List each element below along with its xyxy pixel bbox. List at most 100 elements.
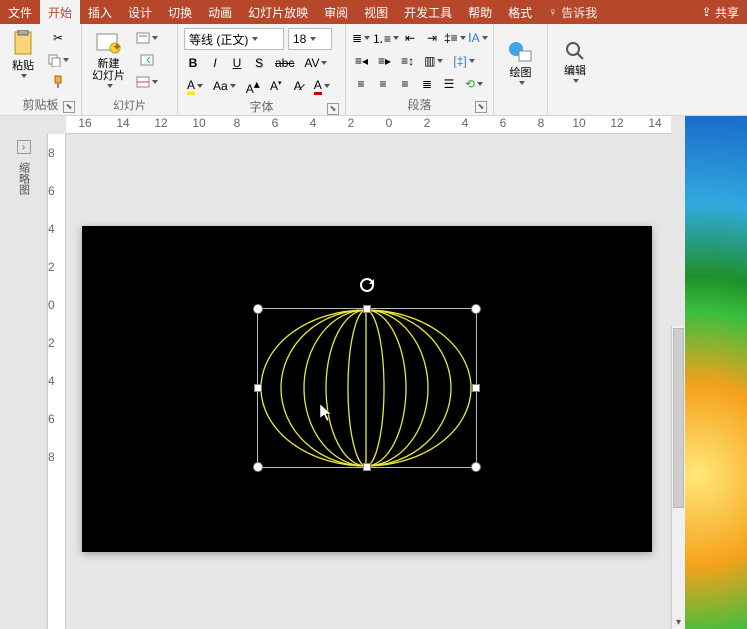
decrease-list-button[interactable]: ≡◂ [352, 51, 371, 71]
slide[interactable] [82, 226, 652, 552]
layout-button[interactable] [133, 28, 161, 48]
tab-view[interactable]: 视图 [356, 0, 396, 24]
decrease-font-button[interactable]: A▾ [267, 76, 285, 96]
sort-button[interactable]: ≡↕ [398, 51, 417, 71]
font-size-combo[interactable]: 18 [288, 28, 332, 50]
tab-animations[interactable]: 动画 [200, 0, 240, 24]
highlight-button[interactable]: A [184, 76, 206, 96]
find-icon [563, 39, 587, 63]
indent-right-button[interactable]: ⇥ [423, 28, 441, 48]
underline-button[interactable]: U [228, 53, 246, 73]
align-justify-button[interactable]: ≣ [418, 74, 436, 94]
tab-help[interactable]: 帮助 [460, 0, 500, 24]
outline-pane[interactable]: › 缩略图 [0, 134, 48, 629]
resize-handle-sw[interactable] [253, 462, 263, 472]
shadow-button[interactable]: S [250, 53, 268, 73]
group-label-editing [554, 111, 596, 115]
new-slide-button[interactable]: ✦ 新建 幻灯片 [88, 28, 129, 90]
tab-format[interactable]: 格式 [500, 0, 540, 24]
distribute-button[interactable]: ☰ [440, 74, 458, 94]
drawing-button[interactable]: 绘图 [500, 28, 541, 94]
numbering-button[interactable]: ⒈≡ [374, 28, 397, 48]
collapse-pane-button[interactable]: › [17, 140, 31, 154]
group-label-clipboard: 剪贴板⬊ [6, 94, 75, 115]
align-center-button[interactable]: ≡ [374, 74, 392, 94]
smartart-icon: ⟲ [465, 77, 475, 91]
grow-font-icon: A▴ [246, 77, 260, 96]
tab-design[interactable]: 设计 [120, 0, 160, 24]
char-spacing-button[interactable]: AV [301, 53, 330, 73]
resize-handle-e[interactable] [472, 384, 480, 392]
share-icon: ⇪ [702, 5, 712, 19]
scissors-icon: ✂ [53, 31, 63, 45]
resize-handle-s[interactable] [363, 463, 371, 471]
align-justify-icon: ≣ [422, 77, 432, 91]
numbering-icon: ⒈≡ [372, 30, 391, 47]
outdent-icon: ⇤ [405, 31, 415, 45]
bullets-icon: ≣ [352, 31, 362, 45]
chevron-down-icon [230, 84, 236, 88]
copy-button[interactable] [44, 50, 72, 70]
spacing-icon: AV [304, 56, 319, 70]
change-case-button[interactable]: Aa [210, 76, 239, 96]
text-direction-button[interactable]: ⅠA [469, 28, 487, 48]
rotate-icon [359, 277, 375, 293]
section-button[interactable] [133, 72, 161, 92]
chevron-down-icon [393, 36, 399, 40]
smartart-button[interactable]: ⟲ [462, 74, 486, 94]
resize-handle-nw[interactable] [253, 304, 263, 314]
resize-handle-n[interactable] [363, 305, 371, 313]
tab-review[interactable]: 审阅 [316, 0, 356, 24]
slide-canvas[interactable] [66, 134, 671, 629]
reset-icon [140, 53, 154, 67]
tab-home[interactable]: 开始 [40, 0, 80, 24]
indent-left-button[interactable]: ⇤ [401, 28, 419, 48]
horizontal-ruler[interactable]: 1614121086420246810121416 [66, 116, 671, 134]
tab-insert[interactable]: 插入 [80, 0, 120, 24]
align-center-icon: ≡ [379, 77, 386, 91]
scroll-down-button[interactable]: ▾ [672, 615, 685, 629]
font-name-combo[interactable]: 等线 (正文) [184, 28, 284, 50]
tab-transitions[interactable]: 切换 [160, 0, 200, 24]
align-right-button[interactable]: ≡ [396, 74, 414, 94]
resize-handle-ne[interactable] [471, 304, 481, 314]
scroll-thumb[interactable] [673, 328, 684, 508]
vertical-scrollbar[interactable]: ▴ ▾ [671, 326, 685, 629]
dialog-launcher[interactable]: ⬊ [475, 101, 487, 113]
chevron-down-icon [437, 59, 443, 63]
reset-button[interactable] [133, 50, 161, 70]
clipboard-icon [10, 30, 36, 58]
strikethrough-button[interactable]: abc [272, 53, 297, 73]
increase-list-button[interactable]: ≡▸ [375, 51, 394, 71]
editing-button[interactable]: 编辑 [554, 28, 596, 94]
bullets-button[interactable]: ≣ [352, 28, 370, 48]
line-spacing-button[interactable]: ‡≡ [445, 28, 465, 48]
bold-button[interactable]: B [184, 53, 202, 73]
cut-button[interactable]: ✂ [44, 28, 72, 48]
paste-button[interactable]: 粘贴 [6, 28, 40, 80]
italic-button[interactable]: I [206, 53, 224, 73]
align-text-button[interactable]: [‡] [450, 51, 477, 71]
clear-format-button[interactable]: A̷ [289, 76, 307, 96]
dialog-launcher[interactable]: ⬊ [327, 103, 339, 115]
tab-file[interactable]: 文件 [0, 0, 40, 24]
increase-font-button[interactable]: A▴ [243, 76, 263, 96]
vertical-ruler[interactable]: 864202468 [48, 134, 66, 629]
share-label: 共享 [715, 4, 739, 21]
resize-handle-w[interactable] [254, 384, 262, 392]
group-editing: 编辑 [548, 24, 602, 115]
selection-box[interactable] [257, 308, 477, 468]
group-label-font: 字体⬊ [184, 96, 339, 117]
underline-icon: U [233, 56, 242, 70]
dialog-launcher[interactable]: ⬊ [63, 101, 75, 113]
rotate-handle[interactable] [359, 277, 375, 293]
share-button[interactable]: ⇪ 共享 [694, 0, 747, 24]
columns-button[interactable]: ▥ [421, 51, 446, 71]
align-left-button[interactable]: ≡ [352, 74, 370, 94]
tab-slideshow[interactable]: 幻灯片放映 [240, 0, 316, 24]
font-color-button[interactable]: A [311, 76, 333, 96]
tab-developer[interactable]: 开发工具 [396, 0, 460, 24]
resize-handle-se[interactable] [471, 462, 481, 472]
format-painter-button[interactable] [44, 72, 72, 92]
tell-me[interactable]: ♀ 告诉我 [540, 0, 605, 24]
